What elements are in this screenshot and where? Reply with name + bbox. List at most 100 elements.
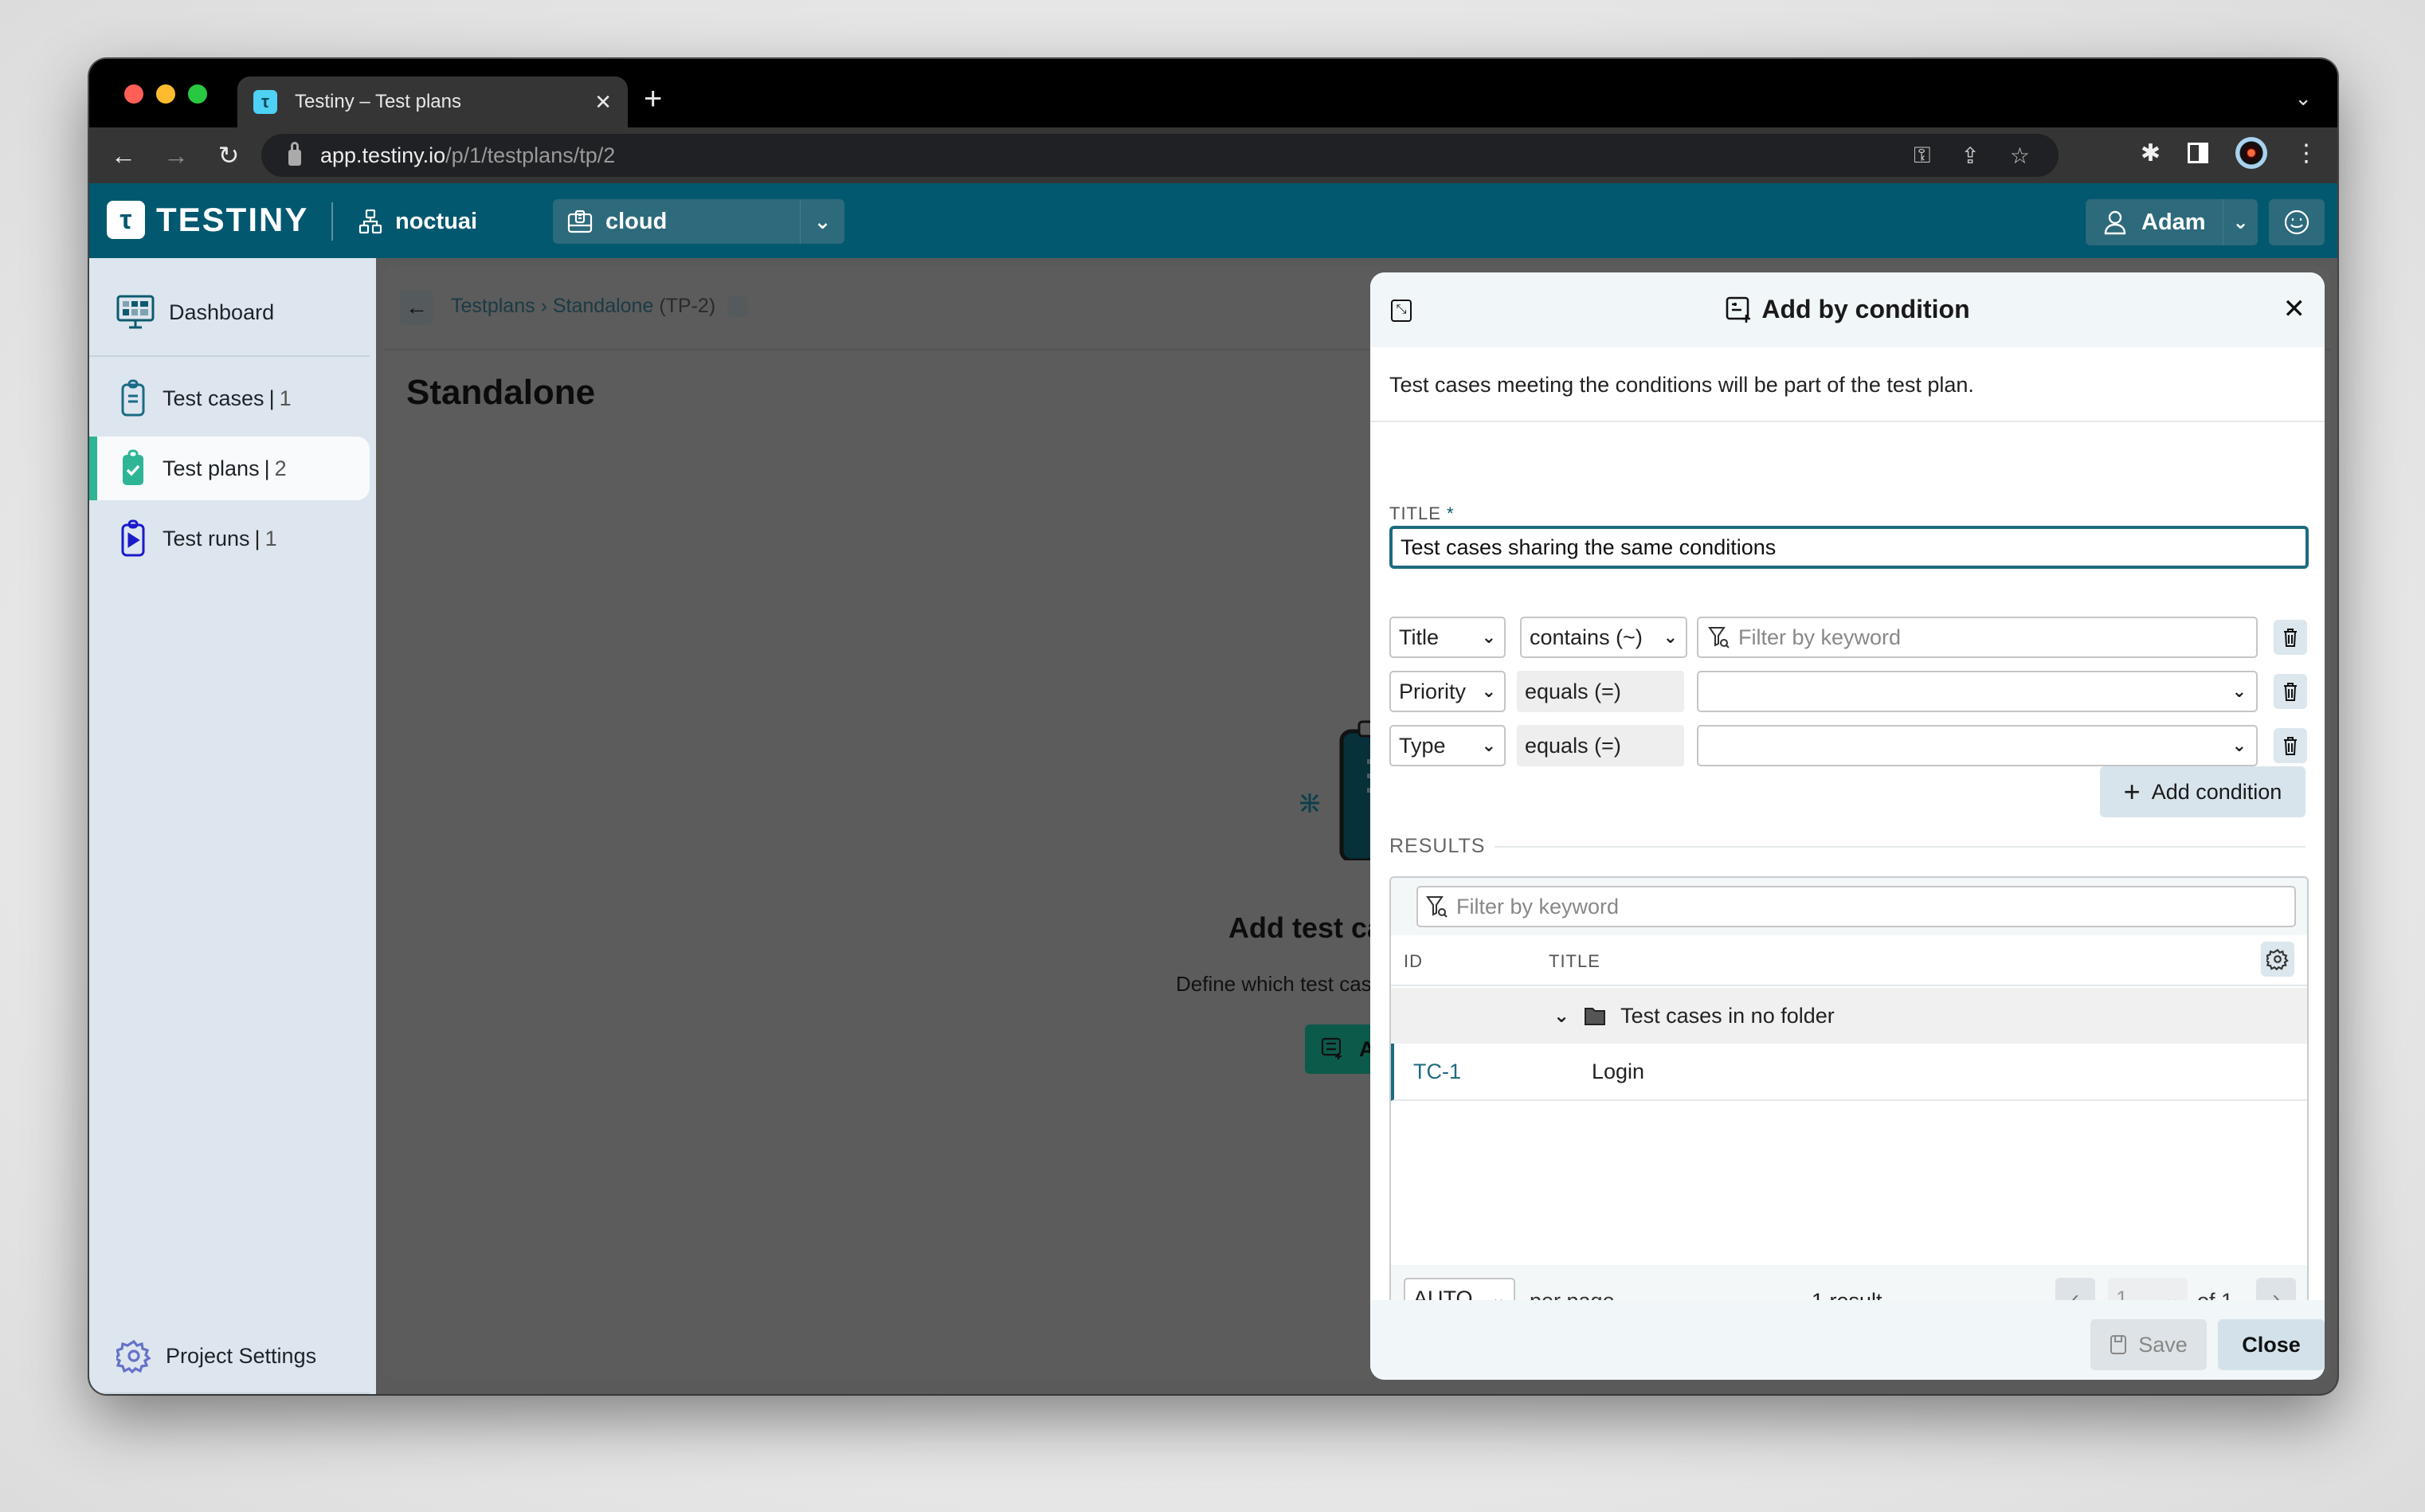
results-table: Filter by keyword ID TITLE ⌄ Test cases … xyxy=(1389,876,2309,1335)
title-field-label: TITLE * xyxy=(1389,503,1455,523)
close-button[interactable]: Close xyxy=(2218,1319,2325,1370)
breadcrumb-testplans-link[interactable]: Testplans xyxy=(451,295,535,317)
sidebar-item-label: Project Settings xyxy=(166,1343,317,1368)
back-arrow-icon[interactable]: ← xyxy=(97,141,150,170)
sidebar-divider xyxy=(89,355,370,357)
keyword-placeholder: Filter by keyword xyxy=(1738,625,1902,649)
app-header: τ TESTINY noctuai cloud ⌄ Adam ⌄ xyxy=(89,183,2337,258)
delete-condition-button[interactable] xyxy=(2274,620,2307,655)
window-close-button[interactable] xyxy=(124,84,143,104)
address-bar[interactable]: app.testiny.io/p/1/testplans/tp/2 ⚿ ⇪ ☆ xyxy=(261,134,2059,177)
dialog-description: Test cases meeting the conditions will b… xyxy=(1389,373,1974,397)
condition-operator-static: equals (=) xyxy=(1517,671,1684,712)
condition-row: Priority ⌄ equals (=) ⌄ xyxy=(1389,671,2309,712)
sidebar-item-dashboard[interactable]: Dashboard xyxy=(89,280,370,344)
dashboard-monitor-icon xyxy=(116,295,155,329)
page-title: Standalone xyxy=(406,373,596,412)
test-case-id-link[interactable]: TC-1 xyxy=(1413,1060,1461,1084)
chevron-down-icon: ⌄ xyxy=(1481,681,1496,701)
condition-field-select[interactable]: Title ⌄ xyxy=(1389,617,1506,658)
chevron-down-icon: ⌄ xyxy=(2223,199,2258,245)
condition-value-select[interactable]: ⌄ xyxy=(1697,671,2258,712)
browser-window: τ Testiny – Test plans ✕ + ⌄ ← → ↻ app.t… xyxy=(89,59,2337,1394)
window-zoom-button[interactable] xyxy=(188,84,207,104)
sidebar-item-label: Test plans | 2 xyxy=(163,456,287,480)
testiny-logo[interactable]: τ TESTINY xyxy=(107,201,308,239)
column-settings-button[interactable] xyxy=(2261,942,2294,977)
chevron-down-icon[interactable]: ⌄ xyxy=(1553,1005,1569,1028)
sidebar-divider xyxy=(89,1393,370,1394)
user-icon xyxy=(2104,210,2126,235)
sidebar-item-test-cases[interactable]: Test cases | 1 xyxy=(89,366,370,430)
sidebar-item-test-runs[interactable]: Test runs | 1 xyxy=(89,507,370,570)
condition-operator-select[interactable]: contains (~) ⌄ xyxy=(1520,617,1687,658)
reload-icon[interactable]: ↻ xyxy=(202,140,255,170)
condition-field-select[interactable]: Type ⌄ xyxy=(1389,725,1506,766)
extensions-puzzle-icon[interactable]: ✱ xyxy=(2141,139,2161,167)
folder-group-row[interactable]: ⌄ Test cases in no folder xyxy=(1391,988,2307,1044)
tab-close-icon[interactable]: ✕ xyxy=(594,90,612,115)
condition-field-select[interactable]: Priority ⌄ xyxy=(1389,671,1506,712)
user-menu-button[interactable]: Adam ⌄ xyxy=(2086,199,2258,245)
org-name: noctuai xyxy=(395,208,478,234)
trash-icon xyxy=(2284,737,2297,755)
breadcrumb-separator: › xyxy=(540,295,547,317)
sidebar-item-label: Dashboard xyxy=(169,300,275,324)
sidebar-item-project-settings[interactable]: Project Settings xyxy=(89,1324,370,1388)
window-minimize-button[interactable] xyxy=(156,84,175,104)
password-key-icon[interactable]: ⚿ xyxy=(1914,143,1930,169)
save-floppy-icon xyxy=(2110,1335,2127,1354)
results-filter-input[interactable]: Filter by keyword xyxy=(1416,886,2296,927)
organization-selector[interactable]: noctuai xyxy=(358,202,477,241)
condition-value-select[interactable]: ⌄ xyxy=(1697,725,2258,766)
browser-tab-active[interactable]: τ Testiny – Test plans ✕ xyxy=(237,76,628,127)
browser-menu-kebab-icon[interactable]: ⋮ xyxy=(2294,139,2318,167)
condition-filter-add-icon xyxy=(1726,296,1751,323)
browser-toolbar: ← → ↻ app.testiny.io/p/1/testplans/tp/2 … xyxy=(89,127,2337,183)
new-tab-button[interactable]: + xyxy=(644,81,662,116)
condition-row: Type ⌄ equals (=) ⌄ xyxy=(1389,725,2309,766)
sidebar-item-test-plans[interactable]: Test plans | 2 xyxy=(89,437,370,500)
filter-placeholder: Filter by keyword xyxy=(1456,894,1620,919)
close-dialog-icon[interactable]: ✕ xyxy=(2283,293,2306,325)
delete-condition-button[interactable] xyxy=(2274,674,2307,709)
project-selector[interactable]: cloud ⌄ xyxy=(553,199,844,244)
test-runs-clipboard-play-icon xyxy=(121,519,145,557)
chevron-down-icon: ⌄ xyxy=(1663,627,1678,647)
org-hierarchy-icon xyxy=(358,209,382,234)
share-icon[interactable]: ⇪ xyxy=(1961,143,1979,169)
back-arrow-button[interactable]: ← xyxy=(400,290,433,325)
url-path: /p/1/testplans/tp/2 xyxy=(445,143,616,167)
breadcrumb: Testplans › Standalone (TP-2) xyxy=(451,295,749,318)
bookmark-star-icon[interactable]: ☆ xyxy=(2010,143,2030,169)
results-filter-bar: Filter by keyword xyxy=(1391,878,2307,935)
settings-gear-icon xyxy=(116,1339,151,1373)
project-name: cloud xyxy=(605,208,668,234)
forward-arrow-icon[interactable]: → xyxy=(150,141,202,170)
condition-row: Title ⌄ contains (~) ⌄ Filter by keyword xyxy=(1389,617,2309,658)
results-divider xyxy=(1495,846,2306,848)
save-button[interactable]: Save xyxy=(2090,1319,2207,1370)
delete-condition-button[interactable] xyxy=(2274,728,2307,763)
tab-list-chevron-icon[interactable]: ⌄ xyxy=(2294,86,2312,111)
header-divider xyxy=(331,202,333,241)
add-condition-button[interactable]: + Add condition xyxy=(2100,766,2306,817)
save-label: Save xyxy=(2138,1332,2188,1357)
condition-keyword-input[interactable]: Filter by keyword xyxy=(1697,617,2258,658)
table-header: ID TITLE xyxy=(1391,935,2307,986)
dialog-title: Add by condition xyxy=(1370,295,2325,324)
column-header-id[interactable]: ID xyxy=(1404,951,1423,972)
breadcrumb-current: Standalone xyxy=(552,295,654,317)
profile-avatar-icon[interactable] xyxy=(2235,137,2267,169)
sidebar-item-label: Test cases | 1 xyxy=(163,386,292,410)
gear-icon xyxy=(2266,949,2289,970)
tab-strip: τ Testiny – Test plans ✕ + ⌄ xyxy=(89,59,2337,127)
side-panel-icon[interactable] xyxy=(2188,143,2208,163)
tab-title: Testiny – Test plans xyxy=(295,91,462,112)
project-box-icon xyxy=(567,210,593,233)
copy-link-icon[interactable] xyxy=(727,296,749,318)
column-header-title[interactable]: TITLE xyxy=(1549,951,1600,972)
plan-title-input[interactable] xyxy=(1389,526,2309,569)
feedback-smiley-button[interactable] xyxy=(2269,199,2325,245)
table-row[interactable]: TC-1 Login xyxy=(1391,1044,2307,1101)
